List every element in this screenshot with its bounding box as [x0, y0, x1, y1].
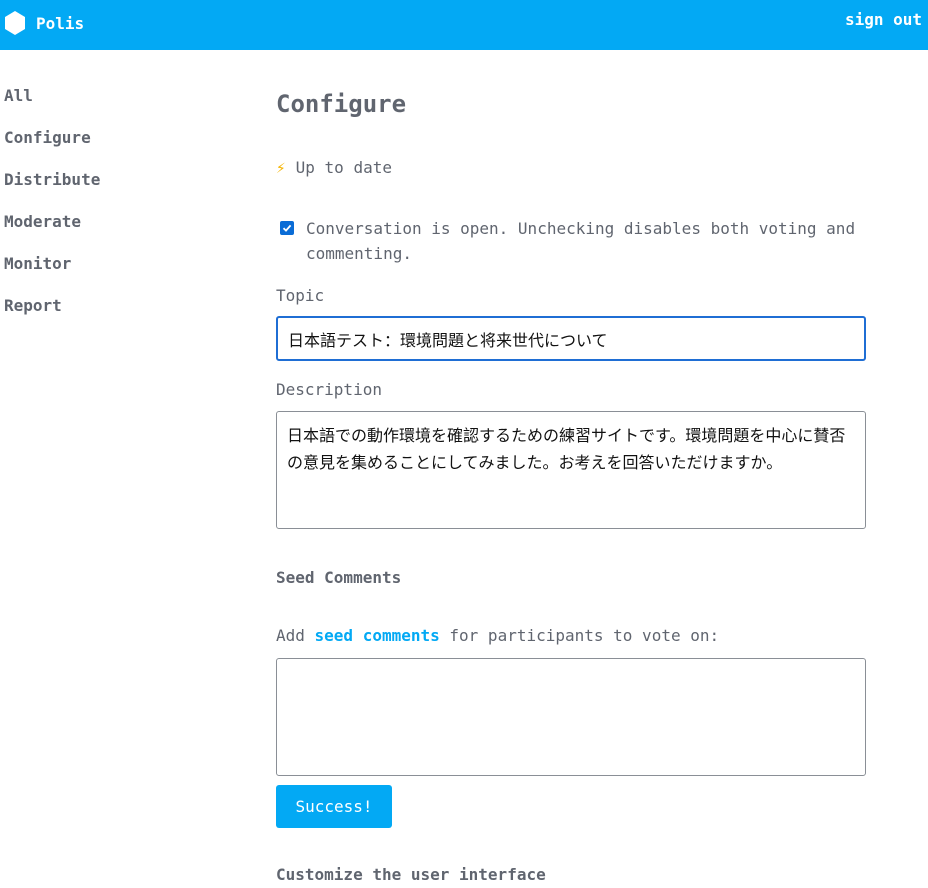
sidebar-item-all[interactable]: All — [4, 86, 100, 128]
conversation-open-label: Conversation is open. Unchecking disable… — [306, 219, 856, 263]
sidebar-item-distribute[interactable]: Distribute — [4, 170, 100, 212]
conversation-open-checkbox[interactable] — [280, 221, 294, 235]
sidebar-nav: All Configure Distribute Moderate Monito… — [4, 86, 100, 338]
seed-comments-help: Add seed comments for participants to vo… — [276, 626, 719, 645]
seed-help-prefix: Add — [276, 626, 315, 645]
sidebar-item-report[interactable]: Report — [4, 296, 100, 338]
checkmark-icon — [282, 224, 292, 232]
seed-comments-link[interactable]: seed comments — [315, 626, 440, 645]
customize-ui-heading: Customize the user interface — [276, 865, 546, 884]
description-label: Description — [276, 380, 382, 399]
topic-label: Topic — [276, 286, 325, 305]
top-navbar: Polis sign out — [0, 0, 928, 50]
topic-input[interactable]: 日本語テスト：環境問題と将来世代について — [276, 316, 866, 361]
sidebar-item-configure[interactable]: Configure — [4, 128, 100, 170]
brand-link[interactable]: Polis — [4, 10, 84, 36]
seed-help-suffix: for participants to vote on: — [439, 626, 720, 645]
submit-seed-button[interactable]: Success! — [276, 785, 392, 828]
sidebar-item-moderate[interactable]: Moderate — [4, 212, 100, 254]
status-text: Up to date — [295, 158, 392, 177]
sync-status: ⚡ Up to date — [276, 158, 392, 177]
conversation-open-row: Conversation is open. Unchecking disable… — [280, 216, 900, 266]
lightning-bolt-icon: ⚡ — [276, 158, 286, 177]
page-title: Configure — [276, 90, 407, 118]
seed-comment-textarea[interactable] — [276, 658, 866, 776]
description-textarea[interactable]: 日本語での動作環境を確認するための練習サイトです。環境問題を中心に賛否の意見を集… — [276, 411, 866, 529]
seed-comments-heading: Seed Comments — [276, 568, 402, 587]
sidebar-item-monitor[interactable]: Monitor — [4, 254, 100, 296]
brand-name: Polis — [36, 13, 85, 33]
hexagon-logo-icon — [4, 10, 26, 36]
sign-out-link[interactable]: sign out — [845, 10, 922, 29]
